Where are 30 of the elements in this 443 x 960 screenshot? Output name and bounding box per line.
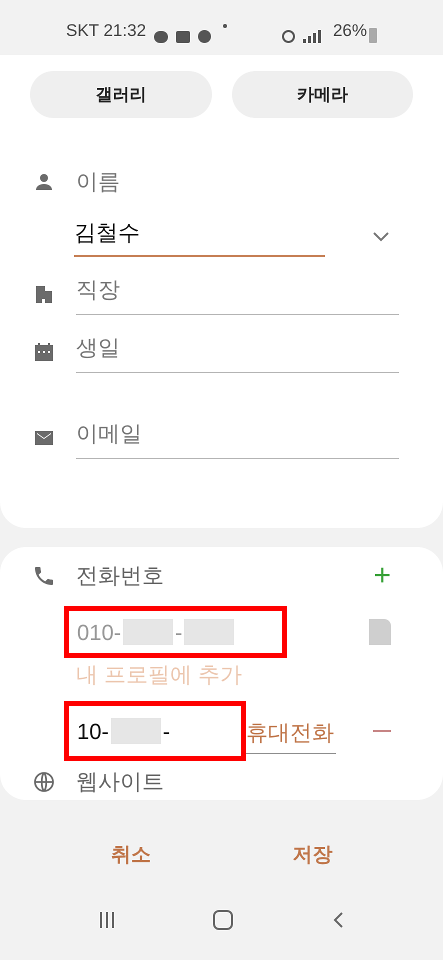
carrier-time: SKT 21:32 [66,20,146,42]
globe-icon [32,770,56,794]
redacted-block [110,718,161,744]
phone-number-part: 10- [77,718,109,746]
chevron-icon[interactable] [371,230,391,244]
calendar-icon [32,340,56,364]
input-field[interactable]: 이메일 [76,417,399,459]
redacted-block [123,619,174,645]
battery-icon [369,28,377,43]
action-button[interactable]: 취소 [40,840,222,870]
add-icon[interactable]: + [373,560,391,590]
input-field[interactable]: 직장 [76,273,399,315]
name-field[interactable]: 김철수 [74,216,325,257]
input-field[interactable]: 생일 [76,331,399,373]
redacted-block [184,619,234,645]
name-label: 이름 [76,168,120,196]
photo-source-button[interactable]: 갤러리 [30,71,212,118]
phone-number-part: 010- [77,618,122,646]
website-label: 웹사이트 [76,768,164,796]
home-icon[interactable] [212,910,232,930]
action-button[interactable]: 저장 [222,840,403,870]
photo-source-button[interactable]: 카메라 [232,71,413,118]
sim-card-icon [369,619,391,645]
phone-number-part: - [162,718,170,746]
battery-level: 26% [332,20,367,42]
phone-type-dropdown[interactable]: 휴대전화 [246,716,336,754]
phone-label: 전화번호 [76,562,164,590]
recent-apps-icon[interactable] [100,912,114,928]
phone-number-part: - [175,618,182,646]
back-icon[interactable] [332,911,344,929]
